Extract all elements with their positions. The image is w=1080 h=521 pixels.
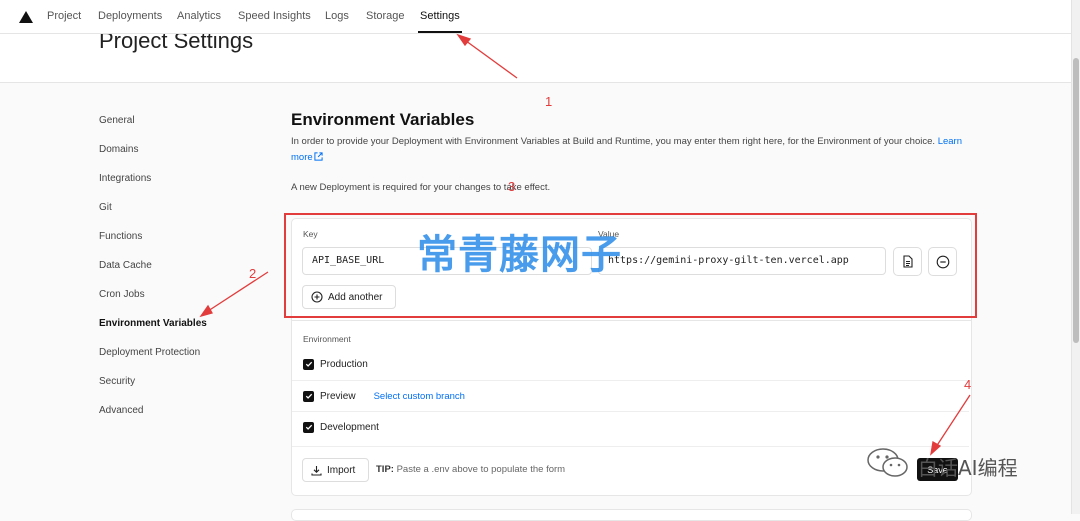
sidebar-item-domains[interactable]: Domains	[99, 144, 138, 155]
scrollbar-thumb[interactable]	[1073, 58, 1079, 343]
tab-storage[interactable]: Storage	[366, 10, 405, 22]
top-nav: Project Deployments Analytics Speed Insi…	[0, 0, 1072, 34]
sidebar-item-integrations[interactable]: Integrations	[99, 173, 151, 184]
annotation-number: 2	[249, 266, 257, 281]
checkmark-icon	[305, 393, 312, 399]
tab-settings[interactable]: Settings	[420, 10, 460, 22]
description-text: In order to provide your Deployment with…	[291, 136, 936, 147]
production-checkbox[interactable]	[303, 358, 314, 370]
development-label: Development	[320, 421, 379, 433]
wechat-icon	[867, 448, 908, 477]
checkmark-icon	[305, 361, 312, 367]
sidebar-item-git[interactable]: Git	[99, 202, 112, 213]
preview-label: Preview	[320, 390, 356, 402]
external-link-icon	[314, 152, 323, 161]
sidebar-item-general[interactable]: General	[99, 115, 135, 126]
sidebar-item-environment-variables[interactable]: Environment Variables	[99, 318, 207, 329]
production-option[interactable]: Production	[303, 357, 368, 371]
page-scrollbar[interactable]	[1071, 0, 1080, 514]
watermark-text: 常青藤网子	[417, 232, 622, 278]
next-card	[291, 509, 972, 521]
preview-option[interactable]: Preview Select custom branch	[303, 389, 465, 403]
section-title: Environment Variables	[291, 110, 475, 129]
tab-project[interactable]: Project	[47, 10, 81, 22]
tab-logs[interactable]: Logs	[325, 10, 349, 22]
vercel-logo-icon[interactable]	[19, 11, 33, 23]
page-title: Project Settings	[99, 34, 254, 53]
active-tab-indicator	[418, 31, 462, 33]
checkmark-icon	[305, 424, 312, 430]
tab-analytics[interactable]: Analytics	[177, 10, 221, 22]
tab-deployments[interactable]: Deployments	[98, 10, 162, 22]
development-checkbox[interactable]	[303, 421, 314, 433]
sidebar-item-advanced[interactable]: Advanced	[99, 405, 143, 416]
page-header: Project Settings	[0, 34, 1072, 83]
development-option[interactable]: Development	[303, 420, 379, 434]
sidebar-item-cron-jobs[interactable]: Cron Jobs	[99, 289, 145, 300]
sidebar-item-data-cache[interactable]: Data Cache	[99, 260, 152, 271]
sidebar-item-security[interactable]: Security	[99, 376, 135, 387]
annotation-number: 4	[964, 377, 972, 392]
highlight-box	[284, 213, 977, 318]
production-label: Production	[320, 358, 368, 370]
environment-label: Environment	[303, 334, 351, 344]
row-divider	[292, 380, 969, 381]
annotation-number: 1	[545, 94, 553, 109]
download-icon	[311, 465, 322, 476]
section-description: In order to provide your Deployment with…	[291, 134, 981, 166]
annotation-number: 3	[508, 179, 516, 194]
import-button[interactable]: Import	[302, 458, 369, 482]
select-custom-branch-link[interactable]: Select custom branch	[374, 391, 465, 402]
row-divider	[292, 411, 969, 412]
card-divider	[291, 320, 972, 321]
brand-watermark: 白话AI编程	[918, 456, 1018, 480]
sidebar-item-functions[interactable]: Functions	[99, 231, 142, 242]
tab-speed-insights[interactable]: Speed Insights	[238, 10, 311, 22]
preview-checkbox[interactable]	[303, 390, 314, 402]
tip-text: TIP: Paste a .env above to populate the …	[376, 464, 566, 475]
sidebar-item-deployment-protection[interactable]: Deployment Protection	[99, 347, 200, 358]
